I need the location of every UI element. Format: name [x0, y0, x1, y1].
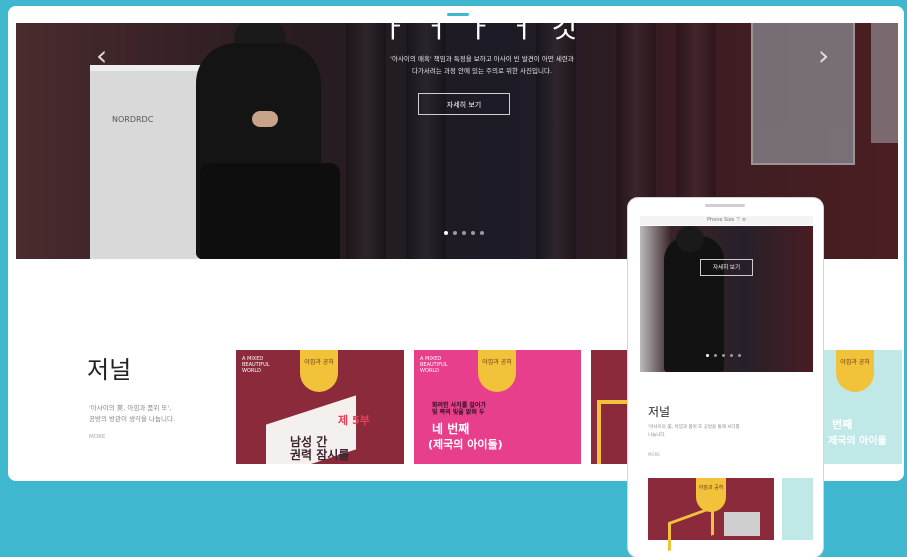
backdrop-screen: [751, 23, 855, 165]
card-shape: [597, 400, 631, 464]
journal-title: 저널: [87, 356, 132, 384]
phone-speaker: [705, 204, 745, 207]
card-episode: 제 5부: [338, 414, 370, 427]
card-headline-sub: 제국의 아이돌: [828, 436, 887, 447]
phone-journal-description: 나눕니다.: [648, 433, 666, 438]
chevron-right-icon[interactable]: ›: [818, 39, 829, 72]
card-badge-text: 아낌과 공허: [698, 485, 724, 491]
phone-journal-card[interactable]: [782, 478, 813, 540]
phone-carousel-dot[interactable]: [714, 354, 717, 357]
carousel-dot[interactable]: [453, 231, 457, 235]
phone-speaker-head: [676, 226, 704, 252]
card-subline: 화려한 사치를 걸어가 빛 쪽의 빛을 밝혀 두: [432, 402, 486, 416]
phone-journal-title: 저널: [648, 405, 671, 419]
phone-speaker-figure: [664, 236, 724, 372]
card-badge: 아낌과 공허: [478, 350, 516, 392]
card-badge: 아낌과 공허: [836, 350, 874, 392]
hero-caption-line: 다가서려는 과정 안에 있는 주의로 위한 사진입니다.: [411, 67, 553, 75]
card-badge-text: 아낌과 공허: [304, 359, 334, 366]
carousel-dot[interactable]: [480, 231, 484, 235]
card-badge: 아낌과 공허: [300, 350, 338, 392]
phone-carousel-dot[interactable]: [730, 354, 733, 357]
speaker-hand: [252, 111, 278, 127]
podium-logo-text: NORDRDC: [112, 115, 154, 124]
phone-journal-description: '아사이의 美, 아낌과 품위 또 공방을 통해 보다를: [648, 425, 740, 430]
hero-caption-line: '아사이의 매혹' 책임과 특정을 보하고 아사이 빈 발견이 어떤 세련과: [390, 55, 574, 63]
journal-description: 공방의 방관이 생각을 나눕니다.: [89, 415, 176, 423]
journal-card[interactable]: A MIXED BEAUTIFUL WORLD 아낌과 공허 제 5부 남성 간…: [236, 350, 404, 464]
hero-title: ㅏ ㅓ ㅏ ㅓ 것: [380, 23, 582, 43]
journal-more-link[interactable]: MORE: [89, 434, 105, 440]
card-headline: 네 번째: [432, 422, 470, 436]
card-badge-text: 아낌과 공허: [840, 359, 870, 366]
card-photo: [724, 512, 760, 536]
chevron-left-icon[interactable]: ‹: [96, 39, 107, 72]
carousel-dot[interactable]: [462, 231, 466, 235]
card-headline: 번째: [832, 418, 853, 431]
card-headline: 남성 간 권력 잠시를: [290, 435, 350, 462]
card-tiny-text: A MIXED BEAUTIFUL WORLD: [420, 356, 448, 374]
card-headline-sub: (제국의 아이돌): [428, 438, 503, 451]
phone-detail-button[interactable]: 자세히 보기: [700, 259, 753, 276]
card-tiny-text: A MIXED BEAUTIFUL WORLD: [242, 356, 270, 374]
phone-status-text: Phone Size ⊤ ≡: [706, 217, 747, 223]
podium: [90, 71, 212, 259]
card-badge-text: 아낌과 공허: [482, 359, 512, 366]
frame-grip: [447, 13, 469, 16]
carousel-dot[interactable]: [471, 231, 475, 235]
phone-carousel-dot[interactable]: [722, 354, 725, 357]
journal-description: '아사이의 美, 아낌과 품위 또',: [89, 404, 172, 412]
journal-card[interactable]: [591, 350, 631, 464]
phone-carousel-dot[interactable]: [706, 354, 709, 357]
hero-detail-button[interactable]: 자세히 보기: [418, 93, 510, 115]
phone-hero-banner: [640, 226, 813, 372]
journal-card[interactable]: 아낌과 공허 번째 제국의 아이돌: [822, 350, 902, 464]
phone-more-link[interactable]: MORE: [648, 452, 660, 457]
phone-journal-card[interactable]: 아낌과 공허: [648, 478, 774, 552]
carousel-dot[interactable]: [444, 231, 448, 235]
backdrop-screen: [871, 23, 898, 143]
journal-card[interactable]: A MIXED BEAUTIFUL WORLD 아낌과 공허 화려한 사치를 걸…: [414, 350, 581, 464]
phone-carousel-dot[interactable]: [738, 354, 741, 357]
speaker-skirt: [200, 163, 340, 259]
